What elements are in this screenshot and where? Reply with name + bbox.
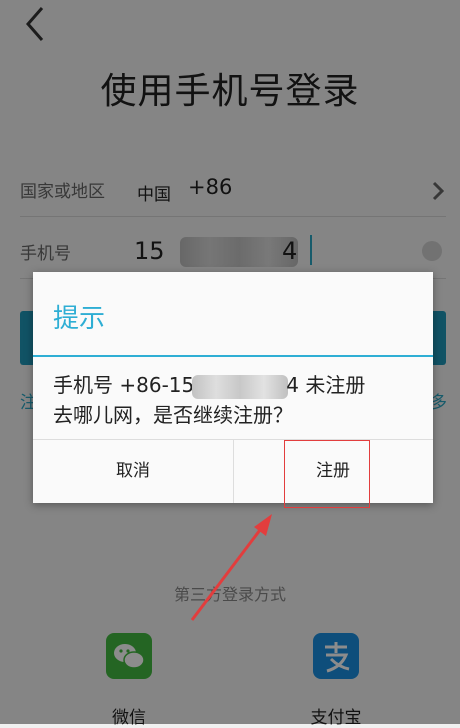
dialog-message: 手机号 +86-15 4 未注册 去哪儿网，是否继续注册？ [53, 370, 423, 430]
dialog-message-line-1: 手机号 +86-15 4 未注册 [53, 370, 423, 400]
cancel-button[interactable]: 取消 [33, 440, 233, 503]
alert-dialog: 提示 手机号 +86-15 4 未注册 去哪儿网，是否继续注册？ 取消 注册 [33, 272, 433, 503]
login-screen: 使用手机号登录 国家或地区 中国 +86 手机号 15 4 注 多 第三方登录方… [0, 0, 460, 728]
blurred-phone-digits [192, 374, 289, 399]
dialog-title: 提示 [53, 304, 106, 334]
dialog-title-divider [33, 355, 433, 357]
message-prefix: 手机号 +86-15 [53, 373, 195, 397]
annotation-highlight-box [284, 440, 370, 508]
dialog-message-line-2: 去哪儿网，是否继续注册？ [53, 403, 293, 427]
message-suffix: 4 未注册 [286, 373, 366, 397]
